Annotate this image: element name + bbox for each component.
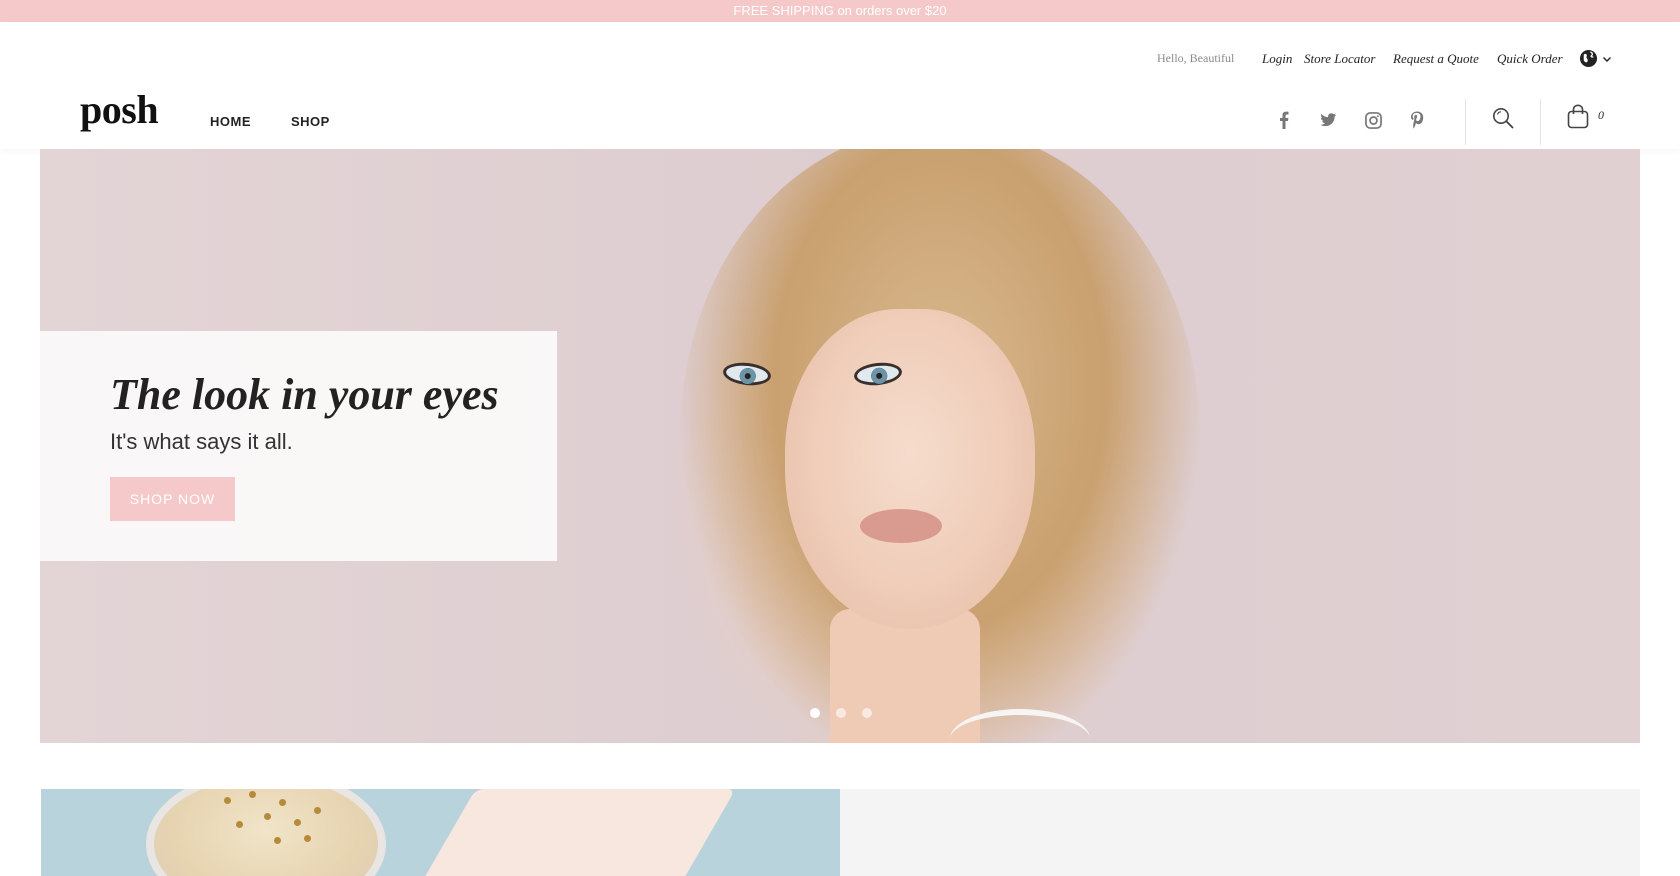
login-link[interactable]: Login: [1262, 51, 1292, 67]
announcement-bar: FREE SHIPPING on orders over $20: [0, 0, 1680, 22]
slider-pagination: [810, 708, 872, 718]
site-logo[interactable]: posh: [80, 86, 159, 133]
slider-dot[interactable]: [810, 708, 820, 718]
powder-puff: [406, 789, 736, 876]
shop-now-button[interactable]: SHOP NOW: [110, 477, 235, 521]
slider-dot[interactable]: [836, 708, 846, 718]
powder-jar: [146, 789, 386, 876]
hero-subtitle: It's what says it all.: [110, 429, 293, 454]
twitter-icon[interactable]: [1319, 113, 1337, 128]
header-divider: [1465, 99, 1466, 145]
globe-icon: [1579, 49, 1598, 68]
shopping-bag-icon[interactable]: [1567, 104, 1589, 134]
greeting-text: Hello, Beautiful: [1157, 51, 1235, 65]
instagram-icon[interactable]: [1365, 112, 1382, 129]
chevron-down-icon: [1603, 56, 1611, 62]
slider-dot[interactable]: [862, 708, 872, 718]
hero-caption: The look in your eyes It's what says it …: [40, 331, 557, 561]
hero-image-neck: [830, 609, 980, 743]
hero-slider: The look in your eyes It's what says it …: [40, 149, 1640, 743]
facebook-icon[interactable]: [1279, 111, 1289, 129]
quick-order-link[interactable]: Quick Order: [1497, 51, 1563, 67]
promo-image-powder[interactable]: [41, 789, 840, 876]
request-quote-link[interactable]: Request a Quote: [1393, 51, 1479, 67]
utility-bar: Hello, Beautiful Login Store Locator Req…: [0, 49, 1680, 73]
promo-panel: [840, 789, 1640, 876]
announcement-text: FREE SHIPPING on orders over $20: [733, 3, 947, 18]
main-nav: HOME SHOP: [210, 114, 330, 129]
nav-home[interactable]: HOME: [210, 114, 251, 129]
header-divider: [1540, 99, 1541, 145]
pinterest-icon[interactable]: [1410, 111, 1424, 129]
store-locator-link[interactable]: Store Locator: [1304, 51, 1375, 67]
cart-count: 0: [1598, 108, 1604, 122]
search-icon[interactable]: [1492, 107, 1514, 134]
hero-image-lips: [860, 509, 942, 543]
nav-shop[interactable]: SHOP: [291, 114, 330, 129]
site-header: Hello, Beautiful Login Store Locator Req…: [0, 22, 1680, 149]
language-selector[interactable]: [1579, 49, 1612, 68]
hero-title: The look in your eyes: [110, 370, 499, 419]
hero-image-face: [785, 309, 1035, 629]
